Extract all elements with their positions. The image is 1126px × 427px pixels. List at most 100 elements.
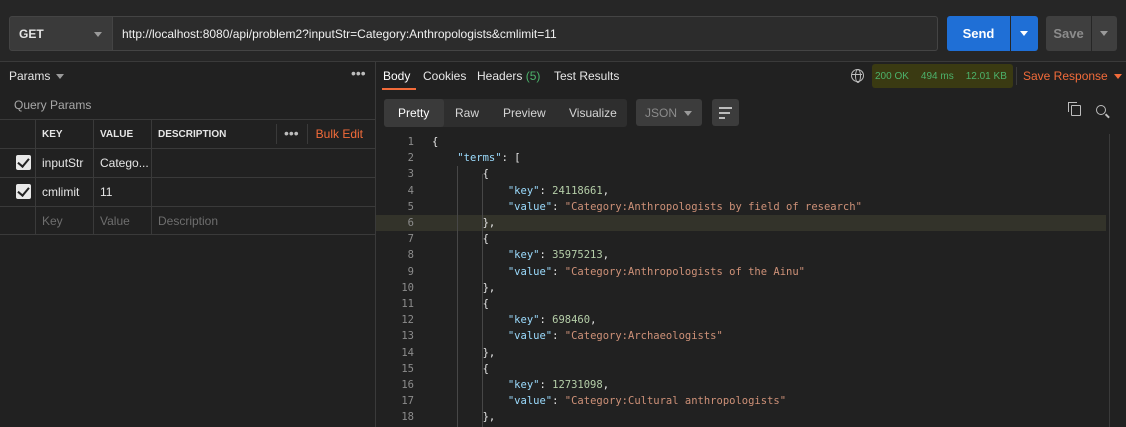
param-value-input[interactable]: 11 [93, 178, 151, 206]
code-line: 11 { [376, 296, 1106, 312]
param-value-input[interactable]: Catego... [93, 149, 151, 177]
checkbox-checked[interactable] [16, 155, 31, 170]
param-key-input[interactable]: cmlimit [35, 178, 93, 206]
wrap-icon-line [719, 117, 725, 119]
code-line: 7 { [376, 231, 1106, 247]
code-text: "value": "Category:Archaeologists" [507, 330, 723, 343]
code-text: }, [432, 411, 496, 424]
code-text: { [432, 168, 489, 181]
params-panel: Params ••• Query Params KEY VALUE DESCRI… [0, 62, 376, 427]
save-response-label: Save Response [1023, 69, 1108, 83]
response-body[interactable]: 1{2 "terms": [3 {4 "key": 24118661, 5 "va… [376, 134, 1106, 427]
wrap-icon-line [719, 112, 730, 114]
tab-headers[interactable]: Headers (5) [477, 69, 540, 83]
bulk-edit-link[interactable]: Bulk Edit [316, 127, 363, 141]
code-line: 15 { [376, 361, 1106, 377]
headers-count: (5) [525, 69, 541, 83]
line-number: 2 [407, 152, 414, 165]
code-text: "key": 12731098, [507, 378, 610, 391]
query-params-title: Query Params [14, 98, 92, 112]
code-text: "value": "Category:Anthropologists of th… [507, 265, 805, 278]
wrap-lines-button[interactable] [712, 99, 739, 126]
response-meta: 200 OK 494 ms 12.01 KB [872, 64, 1013, 88]
active-tab-indicator [382, 88, 416, 90]
method-select[interactable]: GET [9, 16, 113, 51]
tab-cookies[interactable]: Cookies [423, 69, 466, 83]
line-number: 5 [407, 200, 414, 213]
table-row: inputStr Catego... [0, 148, 376, 177]
wrap-icon [719, 107, 732, 109]
request-bar: GET http://localhost:8080/api/problem2?i… [0, 0, 1126, 62]
view-tab-visualize[interactable]: Visualize [569, 106, 617, 120]
chevron-down-icon [1100, 31, 1108, 36]
code-text: "terms": [ [457, 152, 521, 165]
line-number: 6 [407, 217, 414, 230]
line-number: 3 [407, 168, 414, 181]
search-icon[interactable] [1096, 105, 1106, 115]
code-text: { [432, 297, 489, 310]
new-value-input[interactable]: Value [93, 207, 151, 235]
line-number: 18 [401, 411, 414, 424]
code-line: 2 "terms": [ [376, 150, 1106, 166]
code-text: "value": "Category:Cultural anthropologi… [507, 395, 787, 408]
divider [307, 124, 308, 144]
indent-guide [482, 174, 483, 427]
copy-icon[interactable] [1068, 102, 1081, 116]
line-number: 4 [407, 184, 414, 197]
view-mode-tabs: Pretty Raw Preview Visualize [384, 99, 627, 127]
more-options-icon[interactable]: ••• [284, 125, 299, 141]
code-text: { [432, 362, 489, 375]
code-line: 16 "key": 12731098, [376, 377, 1106, 393]
line-number: 7 [407, 233, 414, 246]
param-key-input[interactable]: inputStr [35, 149, 93, 177]
send-button[interactable]: Send [947, 16, 1010, 51]
params-table-header: KEY VALUE DESCRIPTION ••• Bulk Edit [0, 119, 376, 148]
response-time[interactable]: 494 ms [921, 71, 954, 82]
chevron-down-icon [684, 111, 692, 116]
line-number: 14 [401, 346, 414, 359]
tab-body[interactable]: Body [383, 69, 410, 83]
tab-test-results[interactable]: Test Results [554, 69, 619, 83]
code-line: 4 "key": 24118661, [376, 183, 1106, 199]
code-line: 17 "value": "Category:Cultural anthropol… [376, 393, 1106, 409]
line-number: 10 [401, 281, 414, 294]
status-badge[interactable]: 200 OK [875, 71, 909, 82]
view-tab-pretty[interactable]: Pretty [398, 106, 429, 120]
scrollbar[interactable] [1109, 134, 1110, 427]
save-options-button[interactable] [1092, 16, 1117, 51]
column-header-key: KEY [35, 120, 93, 148]
view-tab-raw[interactable]: Raw [455, 106, 479, 120]
param-description-input[interactable] [151, 149, 376, 177]
chevron-down-icon [94, 32, 102, 37]
globe-icon[interactable] [851, 69, 864, 83]
new-key-input[interactable]: Key [35, 207, 93, 235]
more-options-icon[interactable]: ••• [351, 65, 366, 81]
send-options-button[interactable] [1011, 16, 1038, 51]
url-text: http://localhost:8080/api/problem2?input… [122, 26, 557, 41]
param-description-input[interactable] [151, 178, 376, 206]
line-number: 12 [401, 314, 414, 327]
code-line: 8 "key": 35975213, [376, 247, 1106, 263]
line-number: 13 [401, 330, 414, 343]
code-line: 14 }, [376, 344, 1106, 360]
params-dropdown[interactable]: Params [9, 69, 65, 83]
save-button[interactable]: Save [1046, 16, 1091, 51]
params-title: Params [9, 69, 51, 83]
response-size[interactable]: 12.01 KB [966, 71, 1007, 82]
checkbox-checked[interactable] [16, 184, 31, 199]
tab-headers-label: Headers [477, 69, 523, 83]
format-select[interactable]: JSON [636, 99, 702, 126]
code-line: 3 { [376, 166, 1106, 182]
save-response-button[interactable]: Save Response [1023, 69, 1122, 83]
view-tab-preview[interactable]: Preview [503, 106, 546, 120]
table-row: cmlimit 11 [0, 177, 376, 206]
code-line: 13 "value": "Category:Archaeologists" [376, 328, 1106, 344]
code-text: }, [432, 346, 496, 359]
new-description-input[interactable]: Description [151, 207, 376, 235]
response-tabs: Body Cookies Headers (5) Test Results [376, 62, 1126, 90]
code-line: 5 "value": "Category:Anthropologists by … [376, 199, 1106, 215]
code-line: 12 "key": 698460, [376, 312, 1106, 328]
code-line: 9 "value": "Category:Anthropologists of … [376, 264, 1106, 280]
url-input[interactable]: http://localhost:8080/api/problem2?input… [113, 16, 938, 51]
column-header-description-label: DESCRIPTION [158, 128, 227, 140]
